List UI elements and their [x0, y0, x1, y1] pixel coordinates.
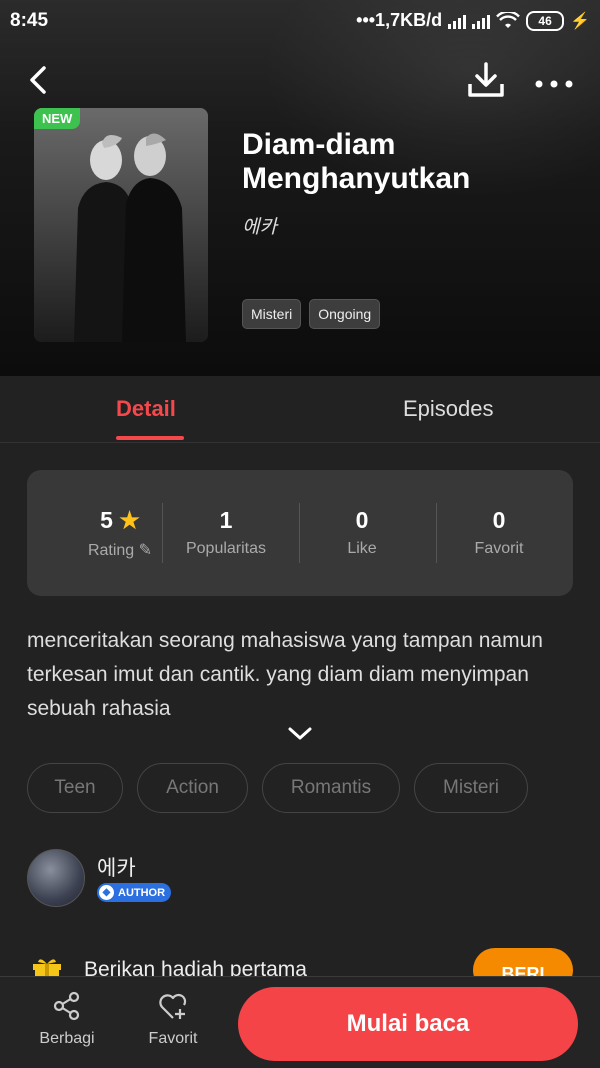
- share-button[interactable]: Berbagi: [27, 991, 107, 1048]
- charging-icon: ⚡: [570, 12, 590, 30]
- rating-value: 5: [100, 507, 113, 533]
- stat-popularity: 1 Popularitas: [161, 507, 291, 558]
- status-bar: 8:45 •••1,7KB/d 46 ⚡: [0, 0, 600, 44]
- author-badge-label: AUTHOR: [118, 886, 166, 899]
- comic-title: Diam-diam Menghanyutkan: [242, 128, 572, 196]
- tab-bar: Detail Episodes: [0, 376, 600, 443]
- favorite-label: Favorit: [148, 1030, 198, 1047]
- author-badge: ◆ AUTHOR: [97, 883, 172, 902]
- more-dots-icon: [535, 80, 573, 88]
- favorite-button[interactable]: Favorit: [133, 991, 213, 1048]
- author-badge-icon: ◆: [99, 885, 114, 900]
- author-avatar[interactable]: [27, 849, 85, 907]
- signal-icon: [448, 13, 467, 29]
- edit-pencil-icon: ✎: [138, 542, 153, 559]
- status-time: 8:45: [10, 10, 49, 31]
- genre-list: Teen Action Romantis Misteri: [27, 763, 528, 813]
- title-line-1: Diam-diam: [242, 128, 396, 161]
- popularity-value: 1: [219, 507, 233, 533]
- like-value: 0: [355, 507, 369, 533]
- favorite-value: 0: [492, 507, 506, 533]
- expand-synopsis-button[interactable]: [286, 724, 314, 744]
- stat-favorite: 0 Favorit: [434, 507, 564, 558]
- gift-prompt: Berikan hadiah pertama: [84, 958, 307, 976]
- chevron-down-icon: [288, 727, 312, 740]
- genre-chip[interactable]: Romantis: [262, 763, 400, 813]
- heart-add-icon: [159, 993, 187, 1019]
- start-reading-button[interactable]: Mulai baca: [238, 987, 578, 1061]
- tag-status: Ongoing: [309, 299, 381, 329]
- battery-icon: 46: [526, 10, 565, 31]
- comic-cover[interactable]: [34, 108, 208, 342]
- share-label: Berbagi: [39, 1030, 95, 1047]
- stats-card: 5 ★ Rating ✎ 1 Popularitas 0 Like 0 Favo…: [27, 470, 573, 596]
- title-line-2: Menghanyutkan: [242, 162, 471, 195]
- genre-chip[interactable]: Action: [137, 763, 248, 813]
- download-icon: [468, 62, 504, 97]
- genre-chip[interactable]: Teen: [27, 763, 123, 813]
- gift-icon: [33, 959, 61, 976]
- back-arrow-icon: [30, 66, 46, 94]
- cover-image-icon: [34, 108, 208, 342]
- tag-genre: Misteri: [242, 299, 302, 329]
- back-button[interactable]: [22, 60, 62, 100]
- share-icon: [53, 991, 80, 1021]
- gift-row: Berikan hadiah pertama BERI: [0, 946, 600, 976]
- status-indicators: •••1,7KB/d 46 ⚡: [356, 10, 590, 31]
- network-speed: •••1,7KB/d: [356, 10, 443, 30]
- synopsis: menceritakan seorang mahasiswa yang tamp…: [27, 629, 543, 720]
- star-icon: ★: [119, 507, 140, 533]
- download-button[interactable]: [464, 60, 508, 100]
- tab-active-indicator: [116, 436, 184, 440]
- genre-chip[interactable]: Misteri: [414, 763, 528, 813]
- bottom-action-bar: Berbagi Favorit Mulai baca: [0, 976, 600, 1068]
- comic-author: 에카: [242, 217, 277, 238]
- rating-label: Rating: [87, 542, 135, 559]
- top-app-bar: [0, 56, 600, 104]
- wifi-icon: [496, 11, 520, 28]
- more-options-button[interactable]: [532, 60, 576, 100]
- like-label: Like: [347, 540, 377, 557]
- tab-detail[interactable]: Detail: [116, 396, 176, 422]
- signal-icon-2: [472, 13, 491, 29]
- tab-episodes[interactable]: Episodes: [403, 396, 494, 422]
- stat-like: 0 Like: [297, 507, 427, 558]
- favorite-label: Favorit: [474, 540, 524, 557]
- status-tags: Misteri Ongoing: [242, 299, 381, 329]
- give-gift-button[interactable]: BERI: [473, 948, 573, 976]
- new-badge: NEW: [34, 108, 81, 129]
- author-name[interactable]: 에카: [97, 852, 136, 882]
- popularity-label: Popularitas: [185, 540, 267, 557]
